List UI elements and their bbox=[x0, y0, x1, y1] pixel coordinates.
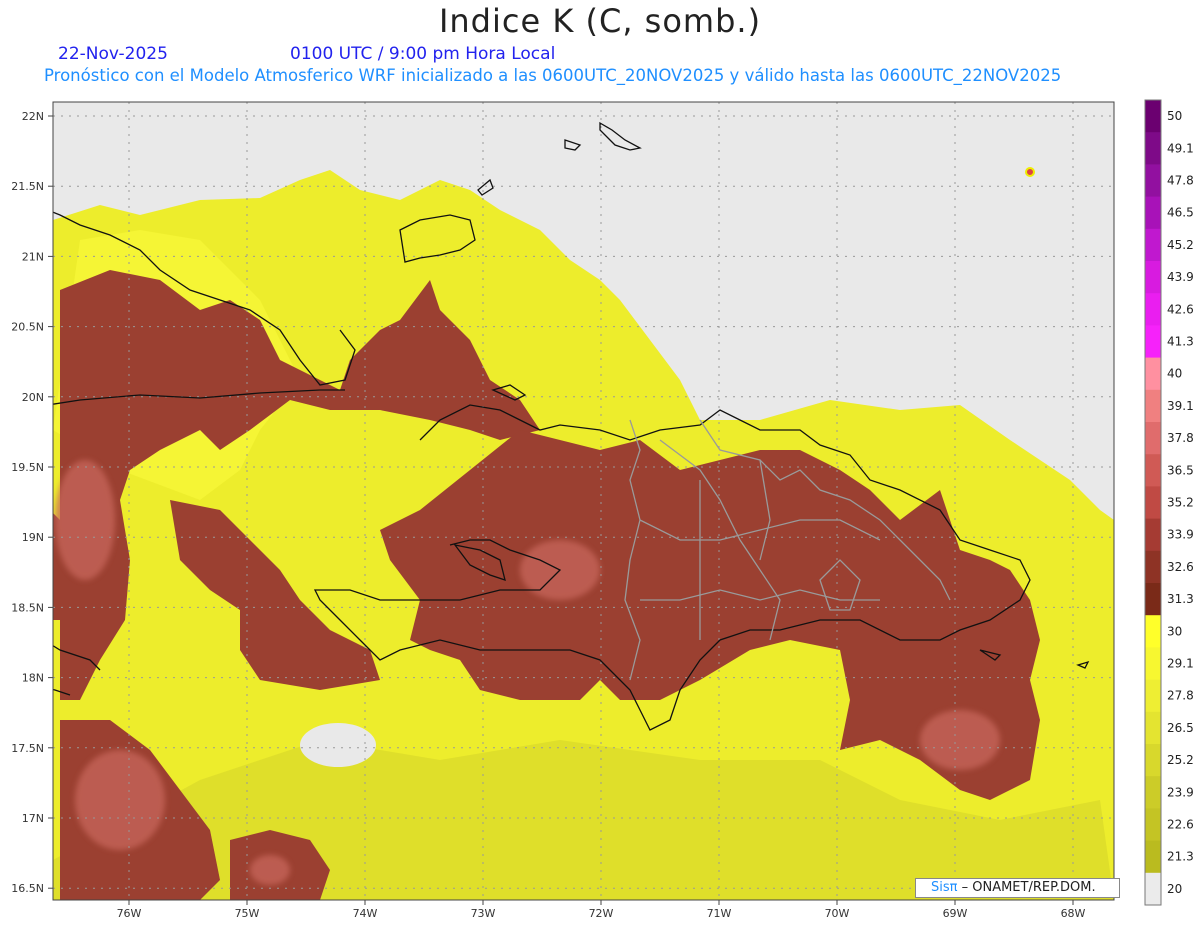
color-bar-label: 47.8 bbox=[1167, 174, 1194, 188]
color-bar-label: 50 bbox=[1167, 109, 1182, 123]
color-bar-label: 22.6 bbox=[1167, 818, 1194, 832]
lat-tick-label: 17.5N bbox=[11, 742, 44, 755]
valid-time: 0100 UTC / 9:00 pm Hora Local bbox=[290, 44, 556, 64]
color-bar-swatch bbox=[1145, 808, 1161, 842]
lon-tick-label: 73W bbox=[471, 907, 496, 920]
lat-tick-label: 21N bbox=[22, 250, 44, 263]
color-bar-label: 27.8 bbox=[1167, 689, 1194, 703]
color-bar-label: 32.6 bbox=[1167, 560, 1194, 574]
color-bar-label: 23.9 bbox=[1167, 785, 1194, 799]
color-bar-label: 25.2 bbox=[1167, 753, 1194, 767]
color-bar-swatch bbox=[1145, 454, 1161, 487]
lat-tick-label: 19.5N bbox=[11, 461, 44, 474]
sispi-logo: Sisπ bbox=[931, 880, 958, 895]
color-bar-swatch bbox=[1145, 293, 1161, 326]
color-bar-label: 37.8 bbox=[1167, 431, 1194, 445]
color-bar-swatch bbox=[1145, 615, 1161, 648]
color-bar-swatch bbox=[1145, 325, 1161, 359]
color-bar-swatch bbox=[1145, 711, 1161, 745]
color-bar-label: 33.9 bbox=[1167, 528, 1194, 542]
lon-tick-label: 74W bbox=[353, 907, 378, 920]
lat-tick-label: 18.5N bbox=[11, 601, 44, 614]
color-bar-label: 30 bbox=[1167, 624, 1182, 638]
isolated-cell bbox=[1025, 167, 1035, 177]
color-bar-label: 36.5 bbox=[1167, 463, 1194, 477]
lon-tick-label: 72W bbox=[589, 907, 614, 920]
color-bar-swatch bbox=[1145, 357, 1161, 391]
color-bar-swatch bbox=[1145, 518, 1161, 552]
lon-tick-label: 69W bbox=[943, 907, 968, 920]
lon-tick-label: 75W bbox=[235, 907, 260, 920]
credit-text: – ONAMET/REP.DOM. bbox=[957, 880, 1096, 895]
color-bar-swatch bbox=[1145, 228, 1161, 262]
map-plot-area bbox=[53, 102, 1114, 900]
color-bar-swatch bbox=[1145, 486, 1161, 520]
no-data-patch bbox=[300, 723, 376, 767]
color-bar-swatch bbox=[1145, 679, 1161, 713]
color-bar-label: 31.3 bbox=[1167, 592, 1194, 606]
color-bar-swatch bbox=[1145, 261, 1161, 294]
color-bar-swatch bbox=[1145, 776, 1161, 809]
lon-tick-label: 76W bbox=[117, 907, 142, 920]
color-bar-swatch bbox=[1145, 583, 1161, 616]
color-bar-label: 42.6 bbox=[1167, 302, 1194, 316]
k-index-map: 22N 21.5N 21N 20.5N 20N 19.5N 19N 18.5N 18N 17.5N… bbox=[11, 99, 1194, 920]
color-bar-label: 29.1 bbox=[1167, 657, 1194, 671]
lat-tick-label: 16.5N bbox=[11, 882, 44, 895]
color-bar-swatch bbox=[1145, 647, 1161, 681]
color-bar-swatch bbox=[1145, 550, 1161, 584]
lon-tick-label: 70W bbox=[825, 907, 850, 920]
forecast-date: 22-Nov-2025 bbox=[58, 44, 168, 64]
lon-tick-label: 71W bbox=[707, 907, 732, 920]
color-bar-label: 21.3 bbox=[1167, 850, 1194, 864]
color-bar-label: 39.1 bbox=[1167, 399, 1194, 413]
longitude-axis: 76W 75W 74W 73W 72W 71W 70W 69W 68W bbox=[117, 900, 1086, 920]
credit-box: Sisπ – ONAMET/REP.DOM. bbox=[915, 878, 1120, 898]
lat-tick-label: 20N bbox=[22, 391, 44, 404]
color-bar-label: 41.3 bbox=[1167, 335, 1194, 349]
lat-tick-label: 17N bbox=[22, 812, 44, 825]
color-bar-swatch bbox=[1145, 164, 1161, 198]
color-bar-swatch bbox=[1145, 132, 1161, 165]
color-bar-swatch bbox=[1145, 744, 1161, 777]
lat-tick-label: 21.5N bbox=[11, 180, 44, 193]
color-bar-label: 46.5 bbox=[1167, 206, 1194, 220]
color-bar-swatch bbox=[1145, 872, 1161, 906]
color-bar-label: 20 bbox=[1167, 882, 1182, 896]
color-bar-label: 40 bbox=[1167, 367, 1182, 381]
color-bar-swatch bbox=[1145, 422, 1161, 455]
color-bar-swatch bbox=[1145, 196, 1161, 230]
color-bar-swatch bbox=[1145, 100, 1161, 133]
model-description: Pronóstico con el Modelo Atmosferico WRF… bbox=[44, 66, 1062, 85]
color-bar: 50 49.1 47.8 46.5 45.2 43.9 42.6 41.3 40 39.1 37.8… bbox=[1144, 99, 1194, 906]
color-bar-swatch bbox=[1145, 389, 1161, 423]
color-bar-label: 35.2 bbox=[1167, 496, 1194, 510]
lat-tick-label: 20.5N bbox=[11, 321, 44, 334]
lat-tick-label: 22N bbox=[22, 110, 44, 123]
map-title: Indice K (C, somb.) bbox=[438, 2, 762, 40]
lat-tick-label: 18N bbox=[22, 672, 44, 685]
lat-tick-label: 19N bbox=[22, 531, 44, 544]
lon-tick-label: 68W bbox=[1061, 907, 1086, 920]
color-bar-label: 45.2 bbox=[1167, 238, 1194, 252]
color-bar-label: 49.1 bbox=[1167, 141, 1194, 155]
color-bar-swatch bbox=[1145, 840, 1161, 874]
latitude-axis: 22N 21.5N 21N 20.5N 20N 19.5N 19N 18.5N 18N 17.5N… bbox=[11, 110, 53, 895]
color-bar-label: 26.5 bbox=[1167, 721, 1194, 735]
color-bar-label: 43.9 bbox=[1167, 270, 1194, 284]
